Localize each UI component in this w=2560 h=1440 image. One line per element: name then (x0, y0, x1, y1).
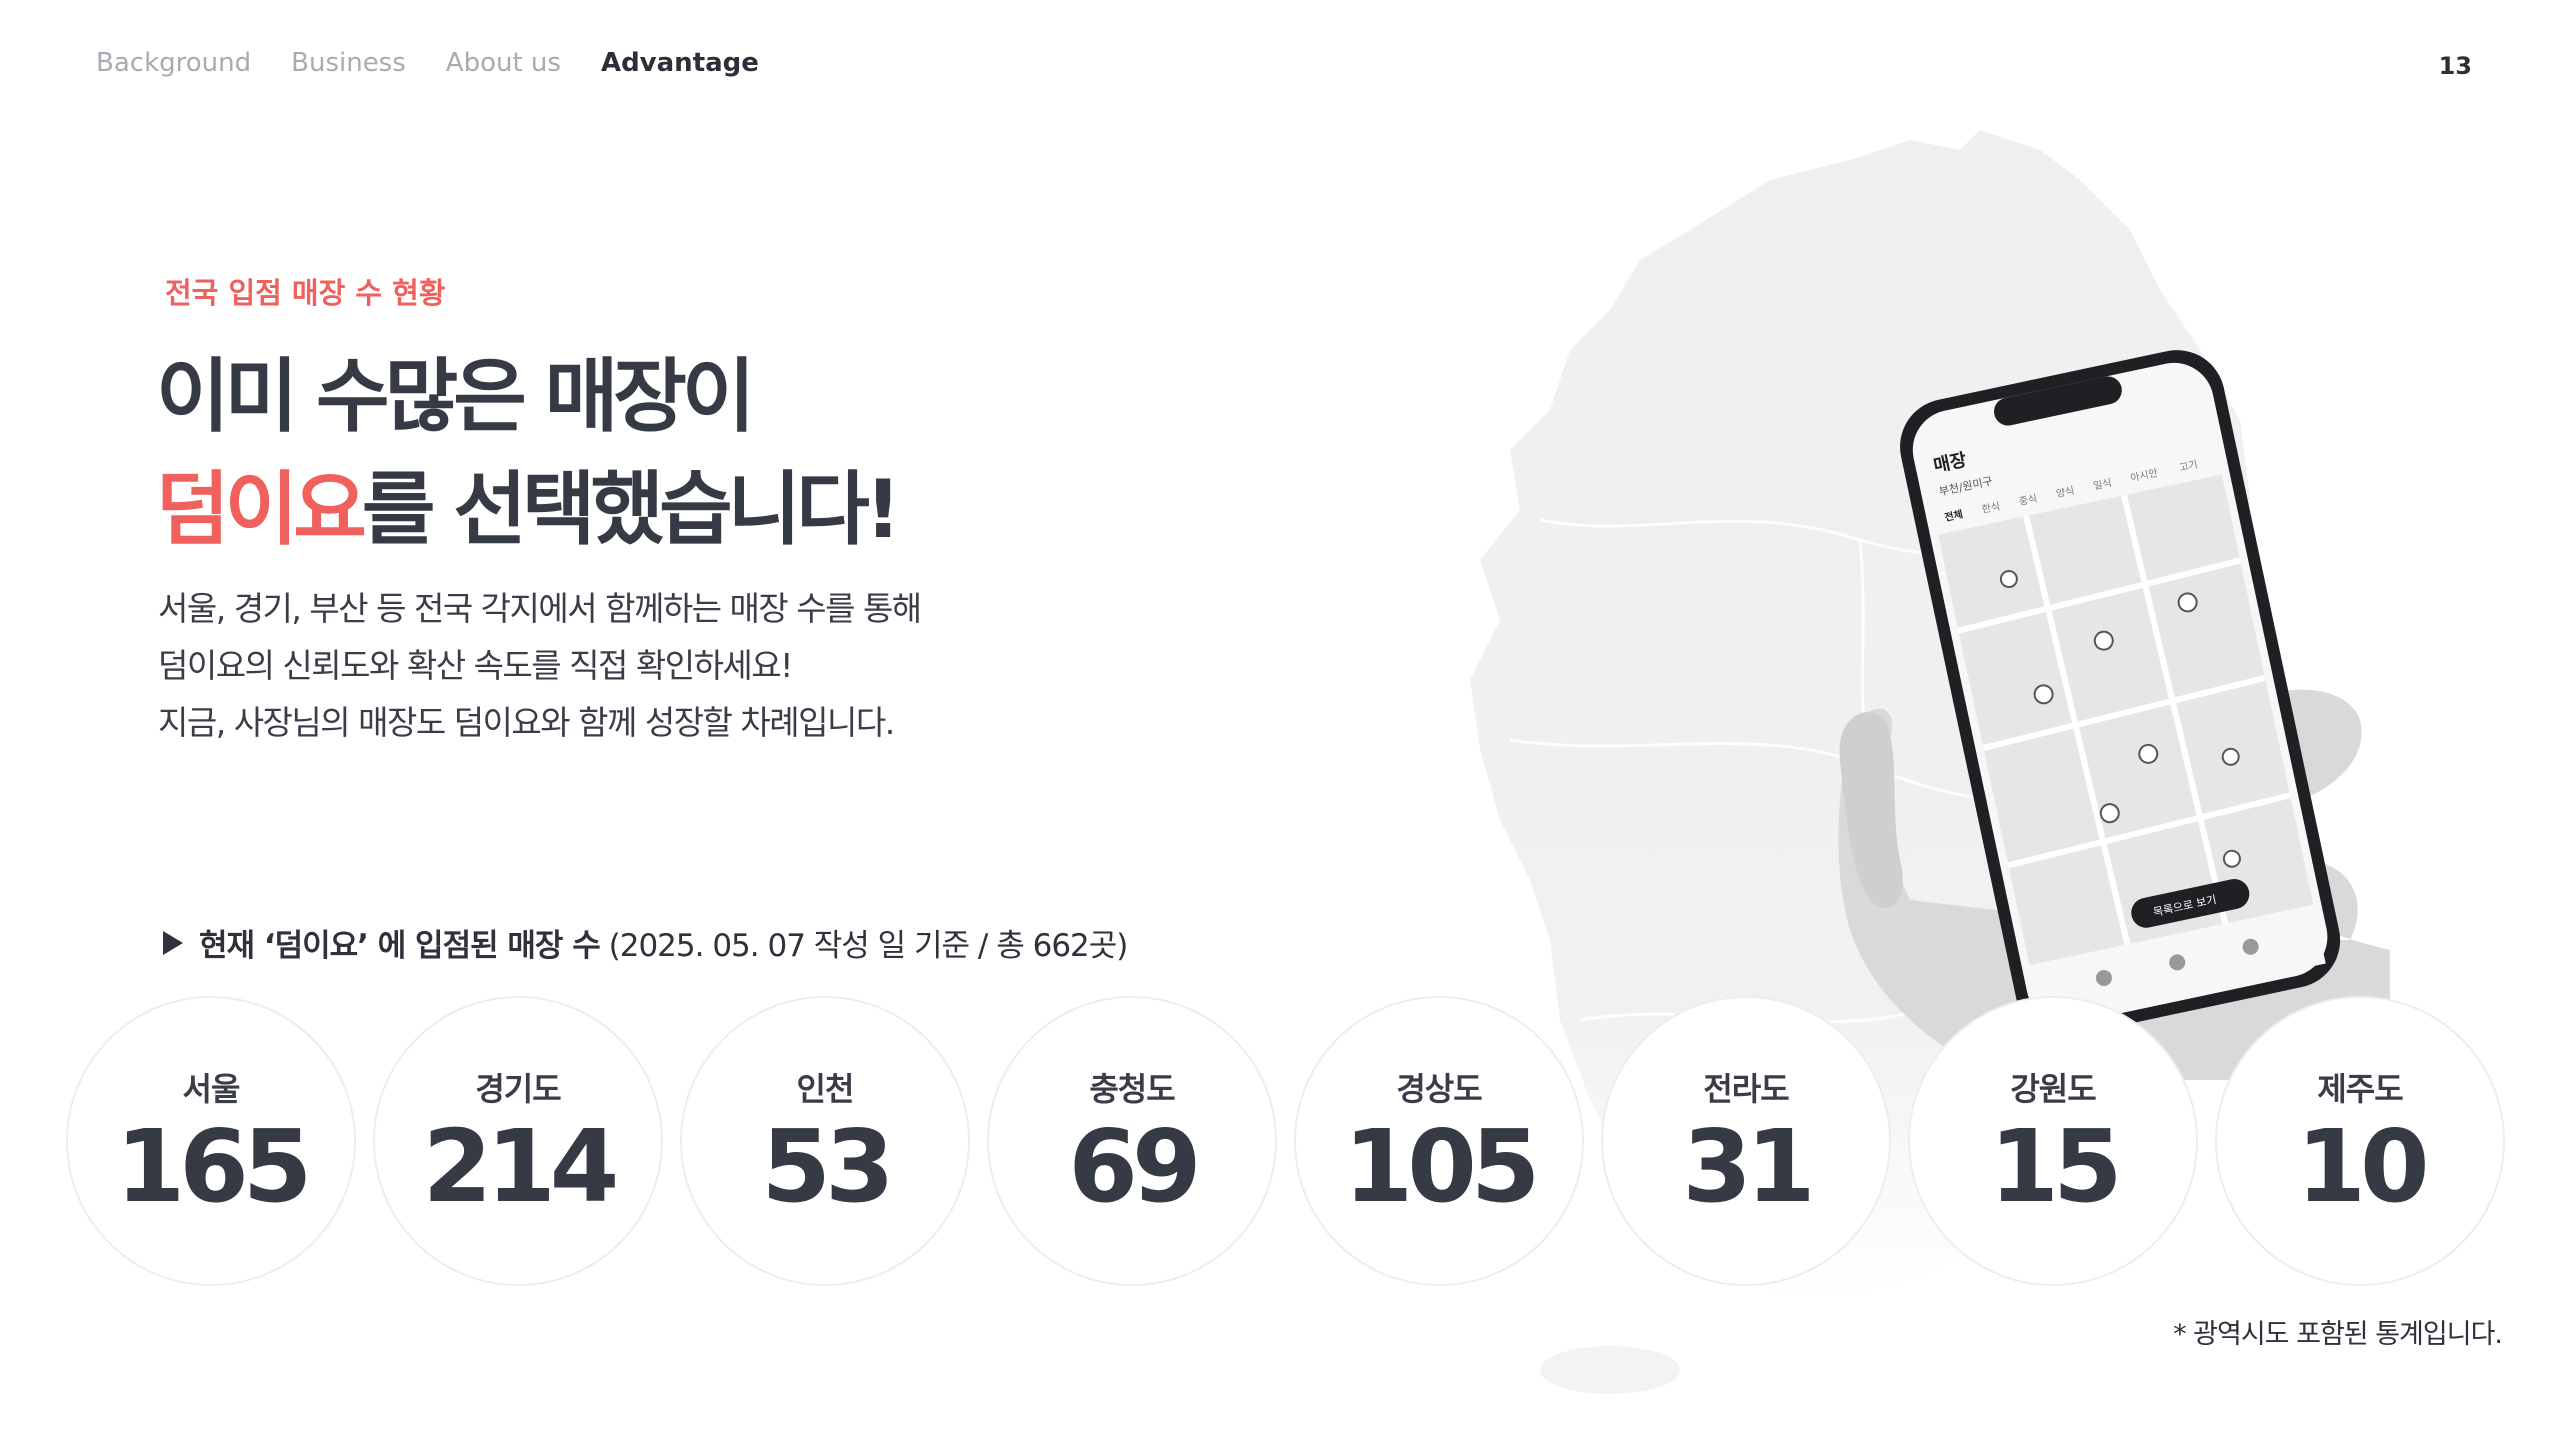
stat-count: 10 (2296, 1108, 2429, 1225)
store-count-caption: 현재 ‘덤이요’ 에 입점된 매장 수 (2025. 05. 07 작성 일 기… (163, 920, 1129, 965)
stat-gangwon: 강원도 15 (1908, 996, 2198, 1286)
stat-region: 경기도 (475, 1070, 561, 1108)
stat-count: 165 (115, 1108, 313, 1225)
stat-jeolla: 전라도 31 (1601, 996, 1891, 1286)
phone-in-hand-illustration: 매장 부천/원미구 전체 한식 중식 양식 일식 아시안 고기 목록으로 보기 (1838, 350, 2390, 1080)
stat-chungcheong: 충청도 69 (987, 996, 1277, 1286)
stat-count: 31 (1682, 1108, 1815, 1225)
brand-name-accent: 덤이요 (156, 463, 367, 556)
description-line-1: 서울, 경기, 부산 등 전국 각지에서 함께하는 매장 수를 통해 (158, 589, 922, 628)
description-line-2: 덤이요의 신뢰도와 확산 속도를 직접 확인하세요! (158, 646, 793, 685)
stat-count: 69 (1068, 1108, 1201, 1225)
stat-gyeonggi: 경기도 214 (373, 996, 663, 1286)
stat-region: 인천 (796, 1070, 855, 1108)
description: 서울, 경기, 부산 등 전국 각지에서 함께하는 매장 수를 통해 덤이요의 … (158, 580, 922, 751)
stat-count: 15 (1989, 1108, 2122, 1225)
stat-count: 105 (1343, 1108, 1541, 1225)
top-nav: Background Business About us Advantage (96, 48, 759, 78)
nav-item-business[interactable]: Business (291, 48, 406, 78)
headline-line-2: 덤이요를 선택했습니다! (156, 453, 902, 566)
jeju-island-shape (1540, 1346, 1680, 1394)
stat-seoul: 서울 165 (66, 996, 356, 1286)
caption-bold: 현재 ‘덤이요’ 에 입점된 매장 수 (199, 928, 601, 964)
stat-region: 충청도 (1089, 1070, 1175, 1108)
headline: 이미 수많은 매장이 덤이요를 선택했습니다! (156, 340, 902, 566)
page-number: 13 (2438, 52, 2472, 80)
caption-note: (2025. 05. 07 작성 일 기준 / 총 662곳) (608, 928, 1129, 964)
stat-region: 강원도 (2010, 1070, 2096, 1108)
play-triangle-icon (163, 930, 183, 955)
nav-item-about-us[interactable]: About us (446, 48, 561, 78)
nav-item-background[interactable]: Background (96, 48, 251, 78)
description-line-3: 지금, 사장님의 매장도 덤이요와 함께 성장할 차례입니다. (158, 703, 895, 742)
stat-gyeongsang: 경상도 105 (1294, 996, 1584, 1286)
stat-region: 서울 (182, 1070, 241, 1108)
stat-count: 214 (422, 1108, 620, 1225)
stat-jeju: 제주도 10 (2215, 996, 2505, 1286)
stat-count: 53 (761, 1108, 894, 1225)
stat-region: 전라도 (1703, 1070, 1789, 1108)
headline-line-2-rest: 를 선택했습니다! (361, 463, 902, 556)
stat-region: 제주도 (2317, 1070, 2403, 1108)
nav-item-advantage[interactable]: Advantage (601, 48, 759, 78)
stat-incheon: 인천 53 (680, 996, 970, 1286)
stat-region: 경상도 (1396, 1070, 1482, 1108)
headline-line-1: 이미 수많은 매장이 (156, 350, 756, 443)
footnote: * 광역시도 포함된 통계입니다. (2173, 1319, 2503, 1350)
section-eyebrow: 전국 입점 매장 수 현황 (165, 276, 446, 310)
